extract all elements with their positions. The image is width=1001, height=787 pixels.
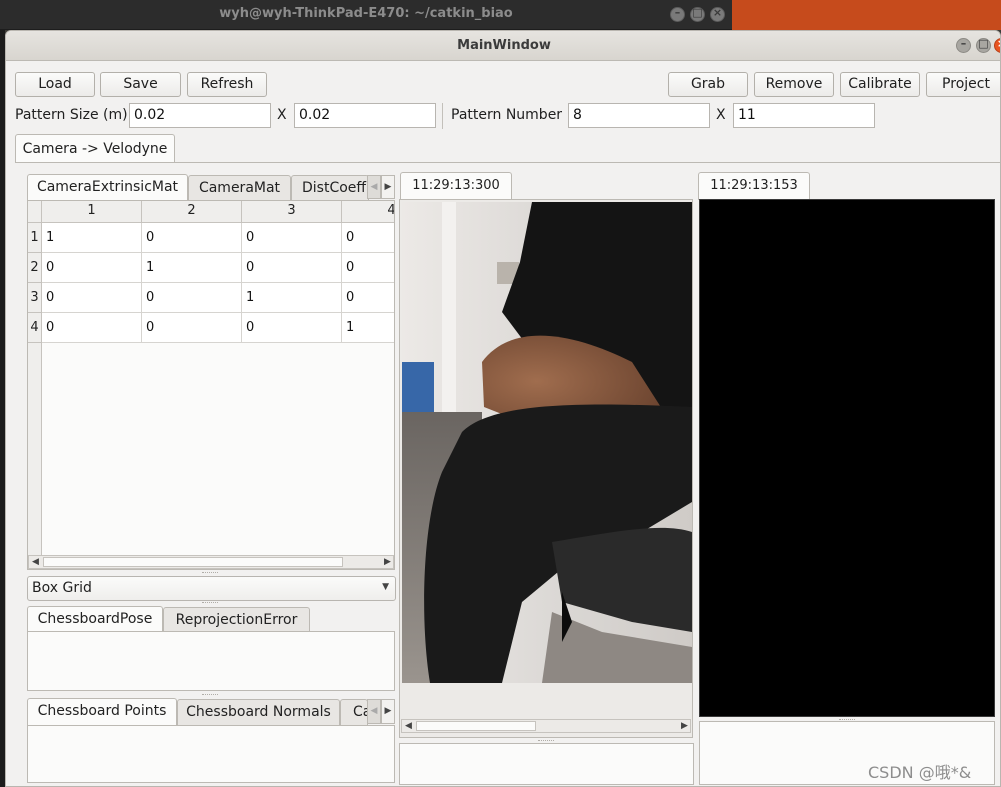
- column-header[interactable]: 1: [42, 201, 142, 223]
- tab-chessboard-normals[interactable]: Chessboard Normals: [177, 699, 340, 725]
- arrow-left-icon: ◀: [370, 182, 378, 192]
- table-cell[interactable]: 0: [42, 253, 142, 283]
- pattern-size-x-separator: X: [277, 107, 287, 123]
- camera-timestamp-tab[interactable]: 11:29:13:300: [400, 172, 512, 200]
- save-button[interactable]: Save: [100, 72, 181, 97]
- load-button[interactable]: Load: [15, 72, 95, 97]
- background-terminal-titlebar: wyh@wyh-ThinkPad-E470: ~/catkin_biao – □…: [0, 0, 732, 30]
- main-titlebar[interactable]: MainWindow – □ ×: [6, 31, 1000, 61]
- scrollbar-thumb[interactable]: [416, 721, 536, 731]
- splitter-handle[interactable]: [202, 694, 218, 697]
- table-cell[interactable]: 0: [242, 253, 342, 283]
- watermark: CSDN @哦*&: [868, 763, 972, 782]
- camera-info-pane: [399, 743, 694, 785]
- column-header[interactable]: 4: [342, 201, 394, 223]
- row-header[interactable]: 3: [28, 283, 42, 313]
- maximize-icon[interactable]: □: [690, 6, 705, 22]
- tab-chessboard-pose[interactable]: ChessboardPose: [27, 606, 163, 632]
- desktop-background: [732, 0, 1001, 30]
- calibrate-button[interactable]: Calibrate: [840, 72, 920, 97]
- pattern-number-x-separator: X: [716, 107, 726, 123]
- tab-scroll-right[interactable]: ▶: [381, 175, 395, 199]
- tab-dist-coeff[interactable]: DistCoeff: [291, 175, 369, 201]
- row-header[interactable]: 4: [28, 313, 42, 343]
- arrow-left-icon: ◀: [370, 706, 378, 716]
- tab-scroll-right[interactable]: ▶: [381, 699, 395, 724]
- pattern-size-x-field[interactable]: 0.02: [129, 103, 271, 128]
- table-cell[interactable]: 1: [342, 313, 394, 343]
- table-cell[interactable]: 0: [142, 223, 242, 253]
- tab-reprojection-error[interactable]: ReprojectionError: [163, 607, 310, 632]
- grab-button[interactable]: Grab: [668, 72, 748, 97]
- table-cell[interactable]: 1: [42, 223, 142, 253]
- table-cell[interactable]: 1: [142, 253, 242, 283]
- tab-scroll-left[interactable]: ◀: [367, 699, 381, 724]
- column-header[interactable]: 3: [242, 201, 342, 223]
- table-cell[interactable]: 0: [342, 223, 394, 253]
- main-window: MainWindow – □ × Load Save Refresh Grab …: [5, 30, 1001, 787]
- arrow-right-icon[interactable]: ▶: [678, 720, 691, 732]
- pattern-number-y-field[interactable]: 11: [733, 103, 875, 128]
- remove-button[interactable]: Remove: [754, 72, 834, 97]
- tab-chessboard-points[interactable]: Chessboard Points: [27, 698, 177, 725]
- matrix-table: 1 2 3 4 1 1 0 0 0 2 0 1 0 0 3 0 0 1 0 4 …: [27, 200, 395, 570]
- column-header[interactable]: 2: [142, 201, 242, 223]
- table-cell[interactable]: 0: [42, 283, 142, 313]
- row-header[interactable]: 2: [28, 253, 42, 283]
- matrix-horizontal-scrollbar[interactable]: ◀ ▶: [28, 555, 394, 569]
- refresh-button[interactable]: Refresh: [187, 72, 267, 97]
- pattern-number-x-field[interactable]: 8: [568, 103, 710, 128]
- table-cell[interactable]: 0: [42, 313, 142, 343]
- arrow-left-icon[interactable]: ◀: [402, 720, 415, 732]
- lidar-view[interactable]: [699, 199, 995, 717]
- table-cell[interactable]: 0: [142, 313, 242, 343]
- minimize-icon[interactable]: –: [670, 6, 685, 22]
- row-header[interactable]: 1: [28, 223, 42, 253]
- box-grid-select-value: Box Grid: [32, 580, 92, 596]
- arrow-left-icon[interactable]: ◀: [29, 556, 42, 568]
- table-cell[interactable]: 0: [142, 283, 242, 313]
- arrow-right-icon: ▶: [384, 706, 392, 716]
- table-cell[interactable]: 0: [342, 253, 394, 283]
- tab-scroll-left[interactable]: ◀: [367, 175, 381, 199]
- chevron-down-icon: ▼: [382, 582, 389, 592]
- camera-horizontal-scrollbar[interactable]: ◀ ▶: [401, 719, 691, 733]
- background-terminal-title: wyh@wyh-ThinkPad-E470: ~/catkin_biao: [219, 6, 513, 21]
- pattern-size-y-field[interactable]: 0.02: [294, 103, 436, 128]
- row-header-filler: [28, 343, 42, 557]
- arrow-right-icon: ▶: [384, 182, 392, 192]
- tab-ca[interactable]: Ca: [340, 699, 368, 725]
- table-corner: [28, 201, 42, 223]
- lidar-timestamp-tab[interactable]: 11:29:13:153: [698, 172, 810, 200]
- project-button[interactable]: Project: [926, 72, 1000, 97]
- box-grid-select[interactable]: Box Grid ▼: [27, 576, 396, 601]
- table-cell[interactable]: 0: [342, 283, 394, 313]
- splitter-handle[interactable]: [202, 602, 218, 605]
- camera-view-frame: ◀ ▶: [399, 199, 693, 738]
- tab-camera-mat[interactable]: CameraMat: [188, 175, 291, 201]
- pattern-size-label: Pattern Size (m): [15, 107, 128, 123]
- tab-camera-velodyne[interactable]: Camera -> Velodyne: [15, 134, 175, 163]
- arrow-right-icon[interactable]: ▶: [381, 556, 394, 568]
- pattern-number-label: Pattern Number: [451, 107, 563, 123]
- tab-camera-extrinsic-mat[interactable]: CameraExtrinsicMat: [27, 174, 188, 201]
- camera-image: [402, 202, 692, 683]
- close-icon[interactable]: ×: [710, 6, 725, 22]
- window-title: MainWindow: [457, 38, 551, 53]
- table-cell[interactable]: 1: [242, 283, 342, 313]
- minimize-icon[interactable]: –: [956, 37, 971, 53]
- maximize-icon[interactable]: □: [976, 37, 991, 53]
- table-cell[interactable]: 0: [242, 313, 342, 343]
- scrollbar-thumb[interactable]: [43, 557, 343, 567]
- chessboard-points-pane: [27, 725, 395, 783]
- divider: [442, 103, 443, 129]
- splitter-handle[interactable]: [202, 572, 218, 575]
- chessboard-pose-pane: [27, 631, 395, 691]
- table-cell[interactable]: 0: [242, 223, 342, 253]
